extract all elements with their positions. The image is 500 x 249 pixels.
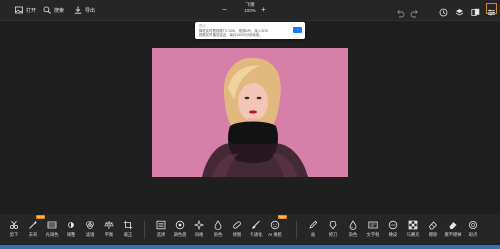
pencil-icon — [309, 220, 318, 229]
notice-line-2: 视频实时播放延迟，每月10000分钟免费。 — [199, 33, 263, 37]
tool-label: AI 换脸 — [268, 232, 282, 237]
crop-icon — [123, 220, 133, 230]
tool-label: 文字框 — [366, 232, 380, 237]
spot-tool[interactable]: 斑点 — [462, 217, 484, 241]
brush-icon — [252, 220, 260, 229]
toolbar-divider — [0, 20, 500, 21]
export-label: 导出 — [85, 7, 96, 14]
sparkle-icon — [194, 220, 204, 230]
zoom-out-button[interactable]: − — [222, 6, 227, 14]
tool-label: 修刀 — [328, 232, 338, 237]
zoom-in-button[interactable]: + — [261, 6, 266, 14]
status-strip — [0, 245, 500, 249]
tool-label: 擦除 — [428, 232, 438, 237]
eraser-icon — [388, 220, 398, 230]
search-button[interactable]: 搜索 — [43, 4, 64, 16]
open-label: 打开 — [26, 7, 37, 14]
scale-icon — [104, 221, 114, 229]
tool-label: 画 — [310, 232, 316, 237]
photo-canvas[interactable] — [152, 48, 348, 177]
mosaic-tool[interactable]: 马赛克 — [402, 217, 424, 241]
magic-icon — [29, 220, 38, 229]
sculpt-icon — [329, 221, 337, 230]
ink-tool[interactable]: 染色 — [342, 217, 364, 241]
portrait-image — [152, 48, 348, 177]
undo-icon — [397, 9, 405, 18]
scissors-icon — [9, 220, 19, 230]
eraser-tool[interactable]: 修刀 — [322, 217, 344, 241]
crop-tool[interactable]: 裁正 — [117, 217, 139, 241]
textbox-icon — [368, 221, 378, 229]
sliders-icon — [47, 221, 57, 229]
open-button[interactable]: 打开 — [15, 4, 36, 16]
erase2-icon — [449, 222, 457, 229]
bandaid-icon — [233, 221, 241, 229]
toolbar-group-divider — [296, 221, 297, 239]
settings-icon[interactable] — [486, 3, 497, 16]
tool-label: 斑点 — [468, 232, 478, 237]
sun-icon — [68, 222, 74, 228]
palette-icon — [175, 220, 185, 230]
search-label: 搜索 — [54, 7, 65, 14]
drop2-icon — [349, 220, 357, 230]
pen2-tool[interactable]: 画 — [302, 217, 324, 241]
download-icon — [74, 6, 82, 14]
top-toolbar: 打开 搜索 导出 − 飞猪 100% + — [0, 0, 500, 20]
circles-icon — [86, 221, 94, 229]
top-right-actions — [439, 3, 497, 17]
mosaic-icon — [408, 220, 418, 230]
erase2-tool[interactable]: 擦不擦掉 — [442, 217, 464, 241]
notice-popup: 提示 降低实时看视频TO SDK、视频API、接入SDK 视频实时播放延迟，每月… — [195, 22, 305, 39]
text-tool[interactable]: 文字框 — [362, 217, 384, 241]
drop-icon — [214, 220, 222, 230]
list-icon — [156, 220, 166, 230]
layers-icon[interactable] — [455, 4, 464, 16]
export-button[interactable]: 导出 — [74, 4, 95, 16]
tool-label: 染色 — [348, 232, 358, 237]
notice-action-button[interactable]: ↑ — [293, 27, 302, 33]
compare-icon[interactable] — [471, 4, 480, 16]
ai-tool[interactable]: AI 换脸 NEW — [264, 215, 287, 241]
erase-tool[interactable]: 擦除 — [422, 217, 444, 241]
history-icon[interactable] — [439, 4, 448, 17]
spot-icon — [469, 221, 477, 229]
tool-label: 橡皮 — [388, 232, 398, 237]
toolbar-group-divider — [144, 221, 145, 239]
face-icon — [270, 220, 280, 230]
erase-icon — [429, 221, 438, 230]
image-icon — [15, 6, 23, 14]
new-badge: NEW — [278, 215, 287, 219]
redo-icon — [410, 9, 418, 18]
tool-label: 裁正 — [123, 232, 133, 237]
clear-bg-tool[interactable]: 橡皮 — [382, 217, 404, 241]
search-icon — [43, 6, 51, 14]
tool-label: 擦不擦掉 — [444, 232, 462, 237]
tool-label: 马赛克 — [406, 232, 420, 237]
